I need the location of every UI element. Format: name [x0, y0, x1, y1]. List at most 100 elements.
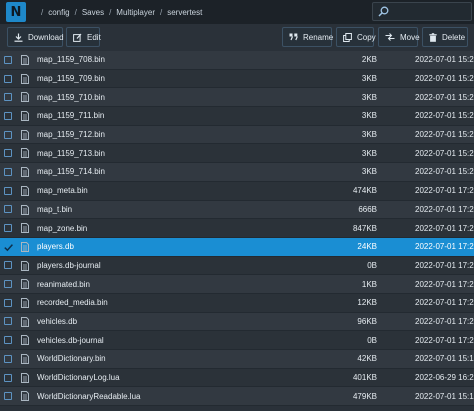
file-name[interactable]: recorded_media.bin [37, 298, 108, 307]
file-name[interactable]: map_1159_708.bin [37, 55, 105, 64]
delete-button[interactable]: Delete [422, 27, 468, 47]
file-name[interactable]: map_t.bin [37, 205, 72, 214]
row-checkbox[interactable] [4, 354, 12, 363]
file-modified-date: 2022-07-01 15:20 [415, 111, 474, 121]
table-row[interactable]: map_zone.bin 847KB 2022-07-01 17:22 [0, 219, 474, 238]
file-name[interactable]: reanimated.bin [37, 280, 90, 289]
table-row[interactable]: WorldDictionary.bin 42KB 2022-07-01 15:18 [0, 350, 474, 369]
file-name[interactable]: map_1159_712.bin [37, 130, 105, 139]
row-checkbox[interactable] [4, 74, 12, 83]
row-checkbox[interactable] [4, 336, 12, 345]
file-modified-date: 2022-07-01 17:22 [415, 279, 474, 289]
copy-button[interactable]: Copy [336, 27, 376, 47]
row-checkbox[interactable] [4, 55, 12, 64]
file-modified-date: 2022-07-01 15:18 [415, 391, 474, 401]
file-size: 2KB [361, 55, 377, 65]
rename-button[interactable]: Rename [282, 27, 333, 47]
file-name[interactable]: map_1159_711.bin [37, 111, 104, 120]
file-name[interactable]: WorldDictionaryLog.lua [37, 373, 120, 382]
file-size: 12KB [357, 298, 377, 308]
file-name[interactable]: map_1159_709.bin [37, 74, 105, 83]
row-checkbox[interactable] [4, 373, 12, 382]
table-row[interactable]: map_meta.bin 474KB 2022-07-01 17:22 [0, 181, 474, 201]
table-row[interactable]: WorldDictionaryLog.lua 401KB 2022-06-29 16… [0, 368, 474, 388]
copy-icon [343, 32, 352, 42]
file-modified-date: 2022-07-01 15:20 [415, 167, 474, 177]
file-icon [21, 92, 29, 104]
file-name[interactable]: players.db [37, 242, 74, 251]
file-name[interactable]: map_zone.bin [37, 224, 87, 233]
table-row[interactable]: players.db-journal 0B 2022-07-01 17:22 [0, 256, 474, 276]
row-checkbox[interactable] [4, 317, 12, 326]
file-name[interactable]: WorldDictionary.bin [37, 354, 106, 363]
row-checkbox[interactable] [4, 111, 12, 120]
file-name[interactable]: vehicles.db-journal [37, 336, 104, 345]
file-modified-date: 2022-07-01 15:20 [415, 92, 474, 102]
file-name[interactable]: map_1159_713.bin [37, 149, 105, 158]
table-row[interactable]: vehicles.db-journal 0B 2022-07-01 17:22 [0, 331, 474, 350]
edit-icon [73, 33, 82, 42]
file-name[interactable]: players.db-journal [37, 261, 101, 270]
file-modified-date: 2022-07-01 15:20 [415, 74, 474, 84]
table-row[interactable]: map_1159_708.bin 2KB 2022-07-01 15:20 [0, 51, 474, 70]
quote-icon [289, 33, 298, 41]
app-logo[interactable]: N [6, 2, 26, 22]
row-checkbox[interactable] [4, 205, 12, 214]
delete-label: Delete [442, 32, 466, 42]
file-modified-date: 2022-07-01 17:22 [415, 298, 474, 308]
search-input[interactable] [372, 2, 472, 21]
file-modified-date: 2022-07-01 17:22 [415, 242, 474, 252]
breadcrumb-separator: / [159, 7, 163, 17]
table-row[interactable]: players.db 24KB 2022-07-01 17:22 [0, 237, 474, 257]
move-button[interactable]: Move [378, 27, 420, 47]
table-row[interactable]: WorldDictionaryReadable.lua 479KB 2022-07-… [0, 387, 474, 407]
file-name[interactable]: vehicles.db [37, 317, 77, 326]
table-row[interactable]: map_1159_714.bin 3KB 2022-07-01 15:20 [0, 163, 474, 182]
breadcrumb-item-config[interactable]: config [48, 8, 69, 17]
file-name[interactable]: map_1159_714.bin [37, 167, 105, 176]
top-bar: N / config / Saves / Multiplayer / serve… [0, 0, 474, 24]
row-checkbox[interactable] [4, 93, 12, 102]
download-button[interactable]: Download [7, 27, 64, 47]
row-checkbox[interactable] [4, 224, 12, 233]
row-checkbox[interactable] [4, 130, 12, 139]
row-checkbox[interactable] [4, 280, 12, 289]
breadcrumb-separator: / [109, 7, 112, 17]
row-checkbox[interactable] [4, 149, 12, 158]
table-row[interactable]: map_1159_711.bin 3KB 2022-07-01 15:20 [0, 107, 474, 126]
download-icon [14, 33, 23, 42]
breadcrumb-item-multiplayer[interactable]: Multiplayer [116, 8, 155, 17]
row-checkbox[interactable] [4, 392, 12, 401]
file-modified-date: 2022-07-01 17:22 [415, 204, 474, 214]
toolbar: Download Edit Rename Copy Move Delete [0, 24, 474, 48]
file-name[interactable]: WorldDictionaryReadable.lua [37, 392, 140, 401]
row-checkbox[interactable] [4, 298, 12, 307]
table-row[interactable]: map_1159_713.bin 3KB 2022-07-01 15:20 [0, 144, 474, 164]
file-name[interactable]: map_1159_710.bin [37, 93, 105, 102]
file-icon [21, 316, 29, 329]
file-modified-date: 2022-07-01 15:20 [415, 55, 474, 65]
file-icon [21, 185, 29, 198]
table-row[interactable]: map_1159_710.bin 3KB 2022-07-01 15:20 [0, 88, 474, 108]
file-icon [21, 372, 29, 385]
row-checkbox[interactable] [4, 261, 12, 270]
table-row[interactable]: reanimated.bin 1KB 2022-07-01 17:22 [0, 275, 474, 294]
file-modified-date: 2022-07-01 17:22 [415, 223, 474, 233]
table-row[interactable]: map_1159_712.bin 3KB 2022-07-01 15:20 [0, 125, 474, 145]
file-name[interactable]: map_meta.bin [37, 186, 88, 195]
breadcrumb: / config / Saves / Multiplayer / servert… [36, 0, 371, 24]
move-label: Move [400, 32, 420, 42]
checked-checkbox[interactable] [4, 243, 13, 252]
table-row[interactable]: map_t.bin 666B 2022-07-01 17:22 [0, 200, 474, 220]
table-row[interactable]: map_1159_709.bin 3KB 2022-07-01 15:20 [0, 69, 474, 89]
edit-label: Edit [87, 32, 101, 42]
row-checkbox[interactable] [4, 167, 12, 176]
search-icon[interactable] [378, 6, 389, 19]
breadcrumb-item-saves[interactable]: Saves [82, 8, 104, 17]
row-checkbox[interactable] [4, 186, 12, 195]
edit-button[interactable]: Edit [66, 27, 101, 47]
table-row[interactable]: vehicles.db 96KB 2022-07-01 17:22 [0, 312, 474, 332]
file-icon [21, 223, 29, 235]
breadcrumb-item-servertest[interactable]: servertest [167, 8, 202, 17]
table-row[interactable]: recorded_media.bin 12KB 2022-07-01 17:22 [0, 293, 474, 313]
